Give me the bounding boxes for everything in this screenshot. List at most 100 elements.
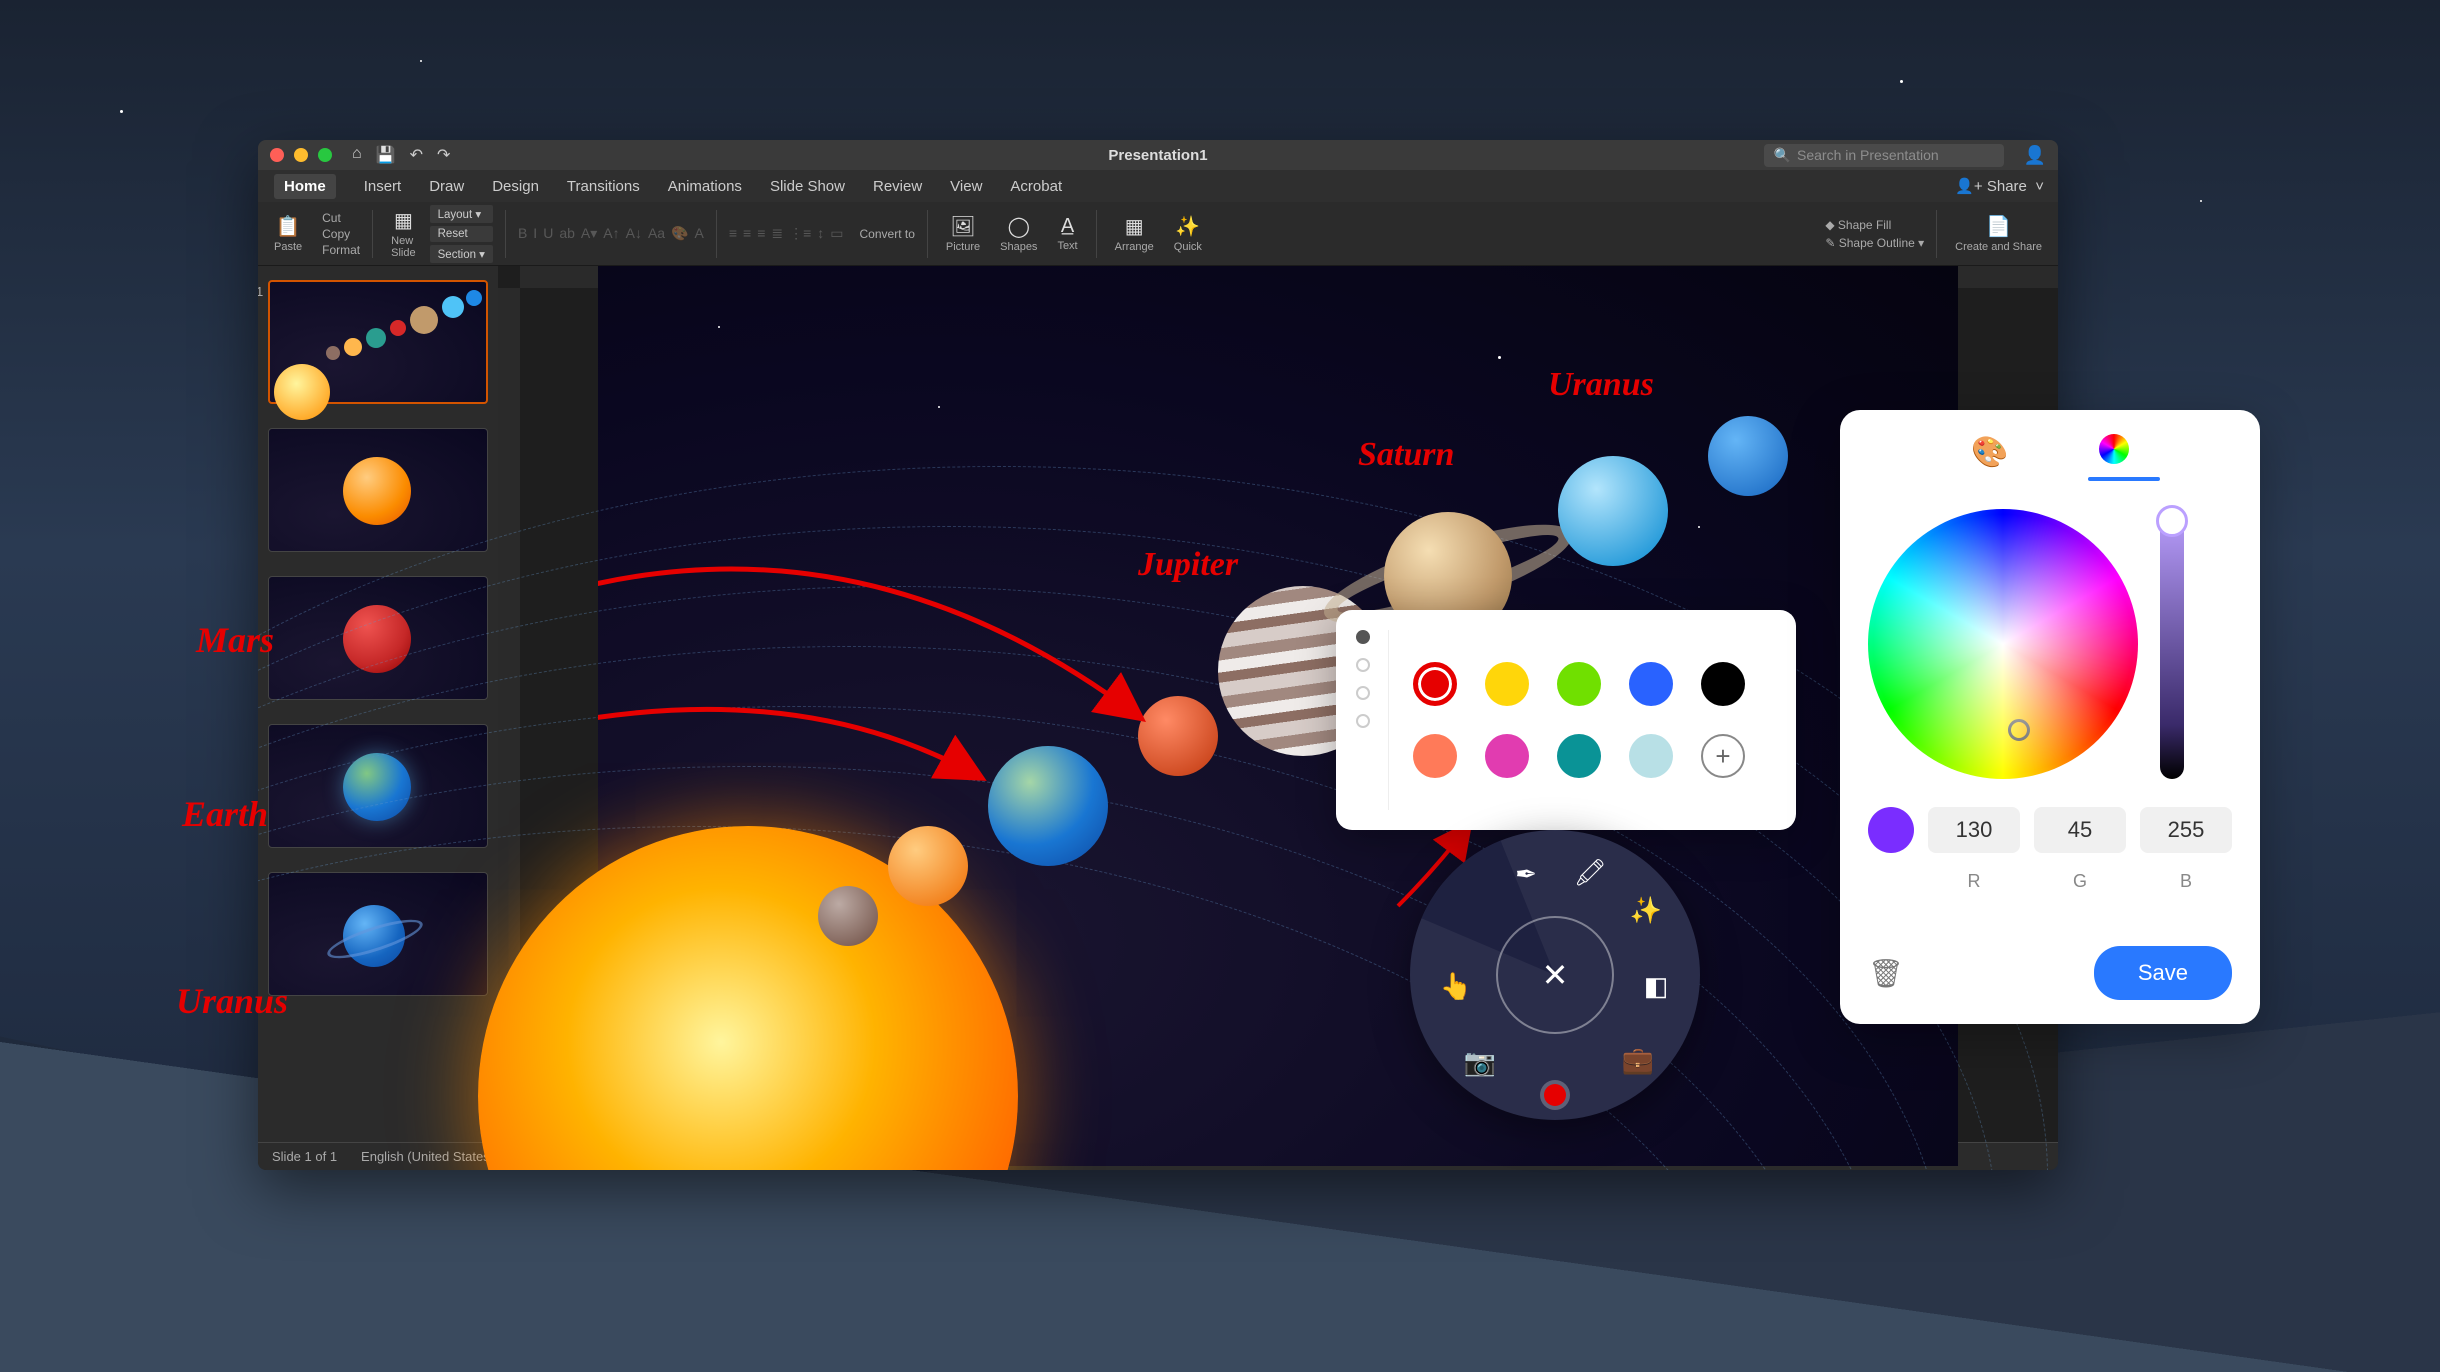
pointer-tool[interactable]: 👆 — [1436, 966, 1476, 1006]
size-dot-3[interactable] — [1356, 686, 1370, 700]
reset-button[interactable]: Reset — [430, 226, 493, 242]
size-dot-1[interactable] — [1356, 630, 1370, 644]
annotation-saturn: Saturn — [1358, 436, 1454, 474]
swatch-size-selector[interactable] — [1356, 630, 1389, 810]
rgb-r-label: R — [1928, 871, 2020, 892]
color-swatch-panel: + — [1336, 610, 1796, 830]
section-button[interactable]: Section ▾ — [430, 245, 493, 263]
planet-neptune — [1708, 416, 1788, 496]
shape-fill-button[interactable]: ◆ Shape Fill — [1825, 218, 1924, 232]
new-slide-button[interactable]: ▦ New Slide — [385, 208, 421, 259]
add-swatch-button[interactable]: + — [1701, 734, 1745, 778]
redo-icon[interactable]: ↷ — [437, 145, 450, 165]
arrange-icon: ▦ — [1125, 214, 1144, 239]
picture-icon: 🖼 — [950, 214, 975, 239]
swatch-black[interactable] — [1701, 662, 1745, 706]
share-button[interactable]: 👤+ Share ˅ — [1955, 177, 2044, 195]
window-close[interactable] — [270, 148, 284, 162]
quick-icon: ✨ — [1175, 214, 1200, 239]
swatch-green[interactable] — [1557, 662, 1601, 706]
copy-button[interactable]: Copy — [322, 227, 360, 241]
slide-canvas-area: Jupiter Saturn Uranus — [498, 266, 2058, 1142]
eraser-tool[interactable]: ◧ — [1636, 966, 1676, 1006]
pen-tool[interactable]: ✒ — [1506, 854, 1546, 894]
swatch-yellow[interactable] — [1485, 662, 1529, 706]
color-picker-panel: 🎨 130 45 255 R G B 🗑 Save — [1840, 410, 2260, 1024]
shapes-button[interactable]: ◯ Shapes — [994, 214, 1043, 253]
menubar: Home Insert Draw Design Transitions Anim… — [258, 170, 2058, 202]
collaborator-icon[interactable]: 👤 — [2024, 145, 2046, 166]
thumbnail-1[interactable]: 1 — [268, 280, 488, 404]
shape-outline-button[interactable]: ✎ Shape Outline ▾ — [1825, 236, 1924, 250]
paste-button[interactable]: 📋 Paste — [268, 214, 308, 253]
adobe-icon: 📄 — [1986, 214, 2011, 239]
swatch-coral[interactable] — [1413, 734, 1457, 778]
highlighter-tool[interactable]: 🖍 — [1570, 852, 1610, 892]
record-button[interactable] — [1544, 1084, 1566, 1106]
titlebar: ⌂ 💾 ↶ ↷ Presentation1 🔍 Search in Presen… — [258, 140, 2058, 170]
size-dot-4[interactable] — [1356, 714, 1370, 728]
swatch-lightblue[interactable] — [1629, 734, 1673, 778]
cut-button[interactable]: Cut — [322, 211, 360, 225]
home-icon[interactable]: ⌂ — [352, 145, 362, 165]
radial-close-button[interactable]: ✕ — [1496, 916, 1614, 1034]
rgb-b-input[interactable]: 255 — [2140, 807, 2232, 853]
convert-to-label[interactable]: Convert to — [860, 227, 915, 241]
tab-transitions[interactable]: Transitions — [567, 178, 640, 195]
annotation-jupiter: Jupiter — [1138, 546, 1238, 584]
swatch-teal[interactable] — [1557, 734, 1601, 778]
tab-design[interactable]: Design — [492, 178, 539, 195]
save-icon[interactable]: 💾 — [376, 145, 396, 165]
wheel-tab[interactable] — [2099, 434, 2129, 471]
palette-tab[interactable]: 🎨 — [1971, 435, 2008, 470]
planet-mercury — [818, 886, 878, 946]
clipboard-icon: 📋 — [276, 214, 301, 239]
shapes-icon: ◯ — [1008, 214, 1030, 239]
swatch-magenta[interactable] — [1485, 734, 1529, 778]
tab-view[interactable]: View — [950, 178, 982, 195]
quick-styles-button[interactable]: ✨ Quick — [1168, 214, 1208, 253]
tab-home[interactable]: Home — [274, 174, 336, 199]
delete-color-button[interactable]: 🗑 — [1868, 957, 1904, 990]
rgb-g-input[interactable]: 45 — [2034, 807, 2126, 853]
brightness-knob[interactable] — [2156, 505, 2188, 537]
layout-button[interactable]: Layout ▾ — [430, 205, 493, 223]
annotation-uranus-thumb: Uranus — [176, 980, 288, 1022]
camera-tool[interactable]: 📷 — [1460, 1042, 1500, 1082]
tab-animations[interactable]: Animations — [668, 178, 742, 195]
arrange-button[interactable]: ▦ Arrange — [1109, 214, 1160, 253]
create-share-button[interactable]: 📄 Create and Share — [1949, 214, 2048, 253]
font-controls: BIUabA▾ A↑A↓Aa🎨A — [518, 225, 704, 242]
new-slide-icon: ▦ — [394, 208, 413, 233]
search-icon: 🔍 — [1774, 147, 1791, 164]
color-wheel-cursor[interactable] — [2008, 719, 2030, 741]
toolbox-tool[interactable]: 💼 — [1618, 1040, 1658, 1080]
rgb-b-label: B — [2140, 871, 2232, 892]
size-dot-2[interactable] — [1356, 658, 1370, 672]
picture-button[interactable]: 🖼 Picture — [940, 214, 986, 253]
magic-tool[interactable]: ✨ — [1626, 890, 1666, 930]
tab-slideshow[interactable]: Slide Show — [770, 178, 845, 195]
swatch-blue[interactable] — [1629, 662, 1673, 706]
search-input[interactable]: 🔍 Search in Presentation — [1764, 144, 2004, 167]
brightness-slider[interactable] — [2160, 509, 2184, 779]
tab-acrobat[interactable]: Acrobat — [1010, 178, 1062, 195]
save-color-button[interactable]: Save — [2094, 946, 2232, 1000]
color-wheel[interactable] — [1868, 509, 2138, 779]
current-color-swatch — [1868, 807, 1914, 853]
thumbnail-2[interactable] — [268, 428, 488, 552]
document-title: Presentation1 — [1108, 147, 1207, 164]
rgb-r-input[interactable]: 130 — [1928, 807, 2020, 853]
tab-draw[interactable]: Draw — [429, 178, 464, 195]
undo-icon[interactable]: ↶ — [410, 145, 423, 165]
planet-mars — [1138, 696, 1218, 776]
text-button[interactable]: A̲ Text — [1051, 215, 1083, 252]
tab-review[interactable]: Review — [873, 178, 922, 195]
format-button[interactable]: Format — [322, 243, 360, 257]
swatch-red[interactable] — [1413, 662, 1457, 706]
tab-insert[interactable]: Insert — [364, 178, 402, 195]
window-minimize[interactable] — [294, 148, 308, 162]
window-maximize[interactable] — [318, 148, 332, 162]
rgb-g-label: G — [2034, 871, 2126, 892]
annotation-uranus: Uranus — [1548, 366, 1654, 404]
